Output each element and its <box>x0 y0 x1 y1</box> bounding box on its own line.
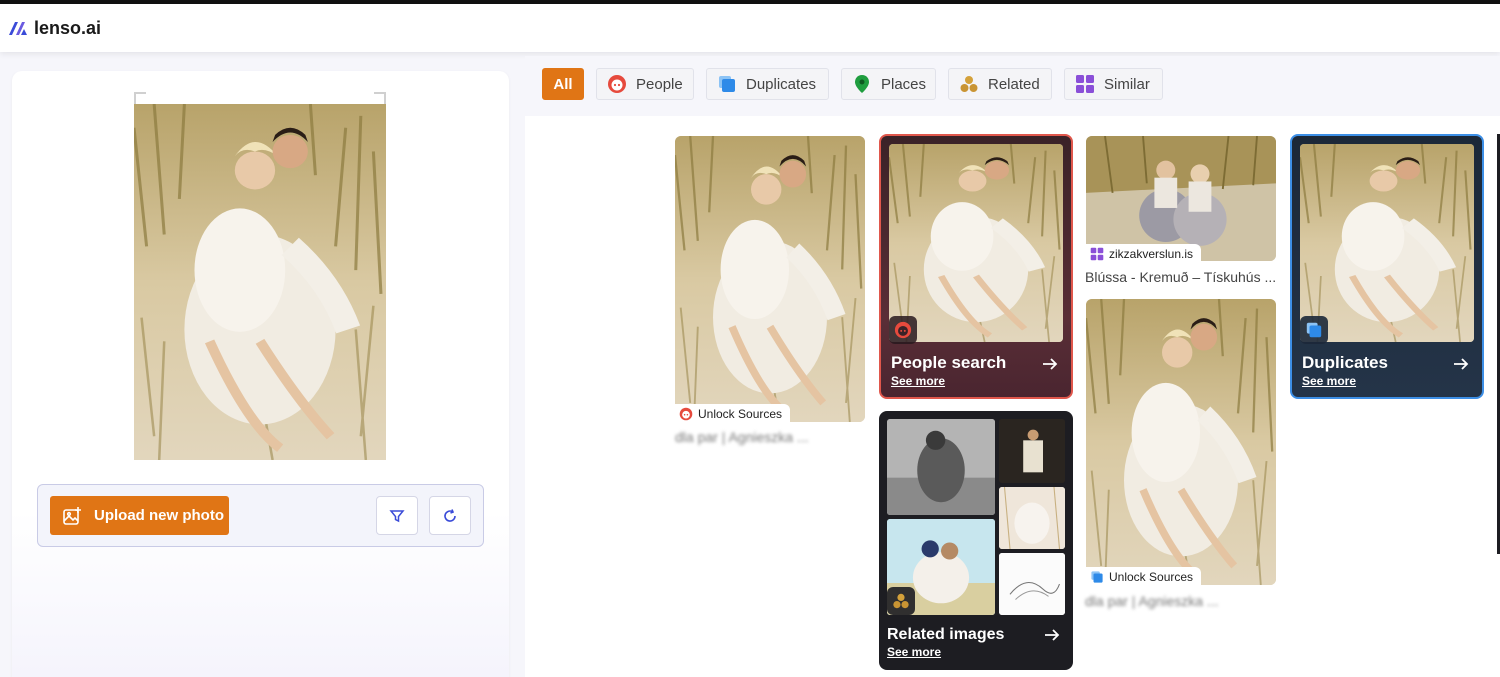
arrow-right-icon[interactable] <box>1043 626 1061 644</box>
query-image <box>134 104 386 460</box>
crop-corner[interactable] <box>134 92 146 104</box>
refresh-icon <box>444 508 456 522</box>
tab-label: Similar <box>1104 75 1150 93</box>
top-header: lenso.ai <box>0 4 1500 52</box>
card-title: Duplicates <box>1302 353 1388 372</box>
see-more-link[interactable]: See more <box>887 645 941 659</box>
source-label: zikzakverslun.is <box>1109 247 1194 261</box>
duplicates-card-image <box>1300 144 1474 342</box>
lenso-logo-icon <box>9 22 27 35</box>
result-image[interactable] <box>1086 136 1276 261</box>
tab-label: Places <box>881 75 927 93</box>
people-search-card[interactable]: People search See more <box>879 134 1073 399</box>
map-pin-icon <box>855 75 869 93</box>
image-add-icon <box>63 506 81 525</box>
related-thumb <box>999 487 1065 549</box>
related-circles-icon <box>960 76 978 92</box>
app-name: lenso.ai <box>34 17 102 38</box>
related-thumb <box>887 419 995 515</box>
duplicates-badge <box>1300 316 1328 344</box>
tab-duplicates[interactable]: Duplicates <box>706 68 829 100</box>
upload-label: Upload new photo <box>94 507 224 524</box>
similar-grid-icon <box>1090 247 1104 261</box>
similar-grid-icon <box>1076 75 1094 93</box>
result-caption[interactable]: dla par | Agnieszka ... <box>1085 593 1275 609</box>
related-thumb <box>999 553 1065 615</box>
source-chip[interactable]: zikzakverslun.is <box>1086 244 1202 264</box>
category-tabs: All People Duplicates Places Related Sim… <box>525 56 1500 116</box>
people-face-icon <box>679 407 693 421</box>
duplicates-icon <box>1091 571 1103 583</box>
tab-label: Related <box>988 75 1040 93</box>
related-images-card[interactable]: Related images See more <box>879 411 1073 670</box>
people-card-image <box>889 144 1063 342</box>
filter-button[interactable] <box>376 496 418 535</box>
people-face-icon <box>608 75 626 93</box>
arrow-right-icon[interactable] <box>1452 355 1470 373</box>
refresh-button[interactable] <box>429 496 471 535</box>
tab-people[interactable]: People <box>596 68 694 100</box>
card-title: People search <box>891 353 1007 372</box>
tab-similar[interactable]: Similar <box>1064 68 1163 100</box>
logo[interactable]: lenso.ai <box>8 18 101 39</box>
tab-places[interactable]: Places <box>841 68 936 100</box>
duplicates-icon <box>1306 322 1322 338</box>
source-label: Unlock Sources <box>698 407 783 421</box>
arrow-right-icon[interactable] <box>1041 355 1059 373</box>
upload-toolbar: Upload new photo <box>37 484 484 547</box>
source-label: Unlock Sources <box>1109 570 1194 584</box>
people-face-icon <box>894 321 912 339</box>
result-image[interactable] <box>1086 299 1276 585</box>
card-title: Related images <box>887 626 1005 643</box>
related-circles-icon <box>893 593 909 609</box>
tab-label: Duplicates <box>746 75 817 93</box>
see-more-link[interactable]: See more <box>1302 374 1356 388</box>
source-chip[interactable]: Unlock Sources <box>675 404 791 424</box>
crop-corner[interactable] <box>374 92 386 104</box>
result-caption[interactable]: dla par | Agnieszka ... <box>675 429 865 445</box>
people-badge <box>889 316 917 344</box>
tab-label: All <box>553 75 573 93</box>
tab-all[interactable]: All <box>542 68 584 100</box>
result-caption[interactable]: Blússa - Kremuð – Tískuhús ... <box>1085 269 1277 285</box>
result-image[interactable] <box>675 136 865 422</box>
duplicates-icon <box>719 76 735 92</box>
related-thumb <box>999 419 1065 483</box>
tab-label: People <box>636 75 683 93</box>
query-image-frame <box>134 92 386 460</box>
source-chip[interactable]: Unlock Sources <box>1086 567 1202 587</box>
tab-related[interactable]: Related <box>948 68 1052 100</box>
see-more-link[interactable]: See more <box>891 374 945 388</box>
duplicates-card[interactable]: Duplicates See more <box>1290 134 1484 399</box>
upload-new-photo-button[interactable]: Upload new photo <box>50 496 229 535</box>
filter-icon <box>389 509 405 522</box>
related-badge <box>887 587 915 615</box>
